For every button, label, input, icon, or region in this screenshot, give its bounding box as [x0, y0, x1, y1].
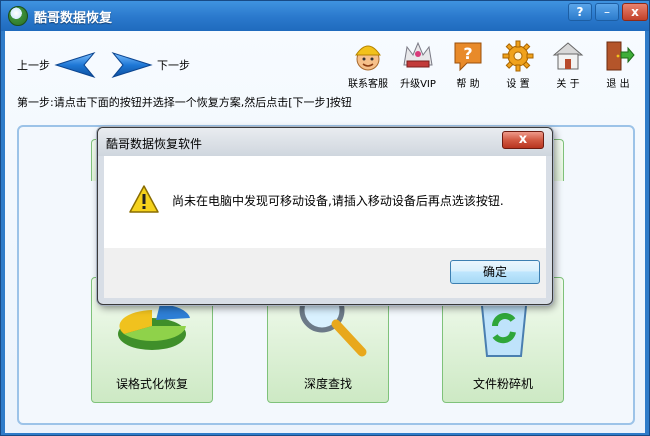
vip-crown-icon — [403, 41, 433, 68]
title-bar[interactable]: 酷哥数据恢复 ? – x — [1, 1, 649, 31]
dialog-close-button[interactable]: x — [502, 131, 544, 149]
prev-step-button[interactable]: 上一步 — [17, 51, 98, 79]
toolbar-help-label: 帮 助 — [456, 79, 480, 90]
toolbar-vip-label: 升级VIP — [400, 79, 436, 90]
help-question-icon: ? — [454, 42, 482, 72]
toolbar-support-label: 联系客服 — [348, 79, 388, 90]
arrow-right-icon — [111, 52, 153, 78]
window-minimize-button[interactable]: – — [595, 3, 619, 21]
toolbar-settings-button[interactable]: 设 置 — [493, 39, 543, 90]
next-step-label: 下一步 — [157, 59, 190, 72]
toolbar-help-button[interactable]: ? 帮 助 — [443, 39, 493, 90]
exit-door-icon — [606, 41, 635, 71]
app-title: 酷哥数据恢复 — [34, 11, 113, 26]
window-close-button[interactable]: x — [622, 3, 648, 21]
arrow-left-icon — [54, 52, 96, 78]
prev-step-label: 上一步 — [17, 59, 50, 72]
option-file-shredder-label: 文件粉碎机 — [472, 377, 533, 391]
dialog-body: 尚未在电脑中发现可移动设备,请插入移动设备后再点选该按钮. — [104, 156, 546, 248]
toolbar-exit-button[interactable]: 退 出 — [593, 39, 643, 90]
gear-icon — [502, 40, 534, 72]
toolbar-about-button[interactable]: 关 于 — [543, 39, 593, 90]
ok-button[interactable]: 确定 — [450, 260, 540, 284]
toolbar-exit-label: 退 出 — [606, 79, 630, 90]
option-deep-search-label: 深度查找 — [303, 377, 352, 391]
app-logo-icon — [8, 6, 28, 26]
dialog-title: 酷哥数据恢复软件 — [106, 137, 203, 151]
message-dialog: 酷哥数据恢复软件 x 尚未在电脑中发现可移动设备,请插入移动设备后再点选该按钮.… — [97, 127, 553, 305]
next-step-button[interactable]: 下一步 — [109, 51, 190, 79]
dialog-message: 尚未在电脑中发现可移动设备,请插入移动设备后再点选该按钮. — [172, 194, 504, 208]
window-help-button[interactable]: ? — [568, 3, 592, 21]
toolbar-settings-label: 设 置 — [506, 79, 530, 90]
dialog-footer: 确定 — [104, 248, 546, 298]
support-person-icon — [355, 45, 381, 71]
toolbar-support-button[interactable]: 联系客服 — [343, 39, 393, 90]
toolbar-vip-button[interactable]: 升级VIP — [393, 39, 443, 90]
warning-icon — [129, 185, 159, 213]
step-instruction: 第一步:请点击下面的按钮并选择一个恢复方案,然后点击[下一步]按钮 — [17, 96, 352, 109]
option-format-label: 误格式化恢复 — [115, 377, 188, 391]
home-icon — [552, 42, 584, 70]
svg-text:?: ? — [463, 44, 472, 63]
toolbar: 联系客服 升级VIP ? 帮 助 设 置 关 于 退 出 — [343, 39, 643, 90]
dialog-title-bar[interactable]: 酷哥数据恢复软件 x — [98, 128, 552, 156]
toolbar-about-label: 关 于 — [556, 79, 580, 90]
